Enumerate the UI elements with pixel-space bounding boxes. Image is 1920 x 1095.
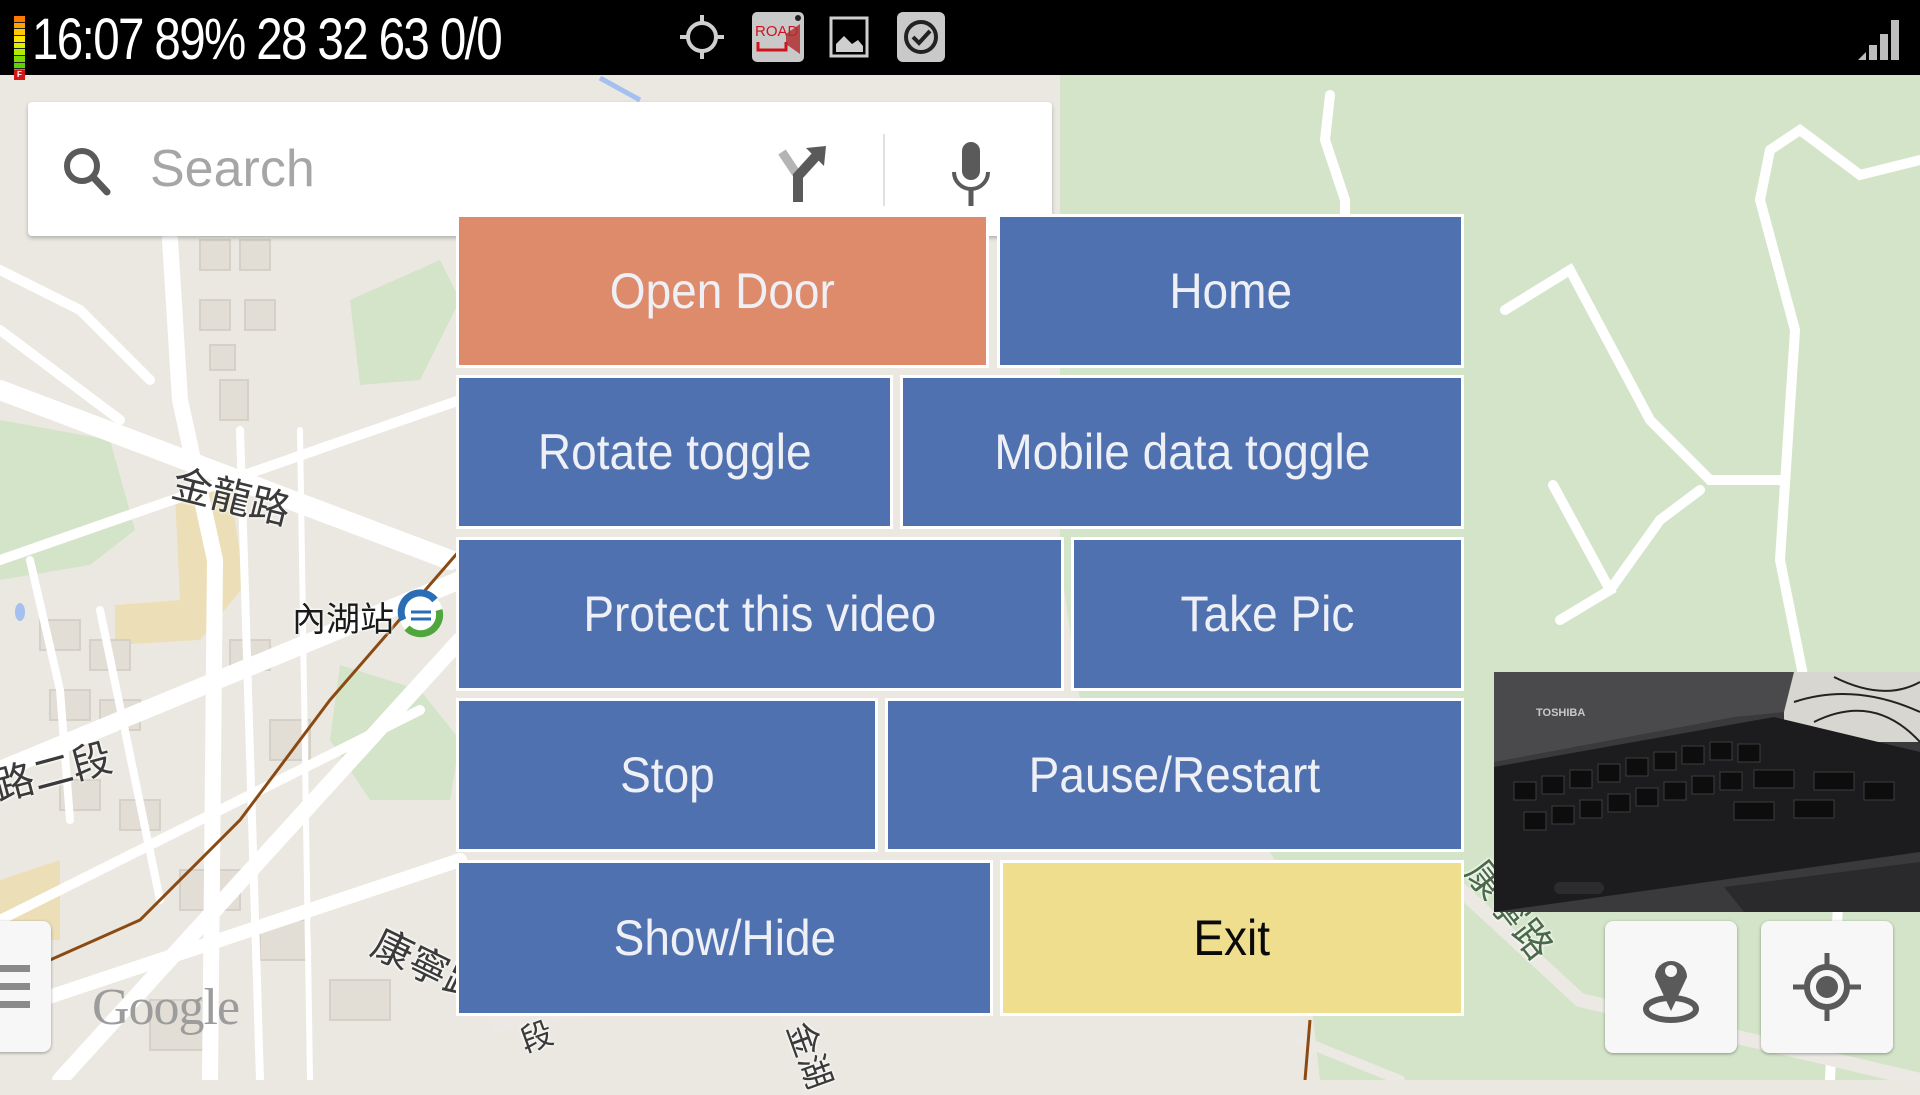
stop-label: Stop xyxy=(619,747,715,803)
menu-icon xyxy=(0,965,30,1008)
rotate-toggle-button[interactable]: Rotate toggle xyxy=(456,375,893,529)
exit-label: Exit xyxy=(1193,910,1271,966)
battery-gauge: F xyxy=(14,16,25,80)
open-door-button[interactable]: Open Door xyxy=(456,214,989,368)
search-icon[interactable] xyxy=(60,144,114,198)
menu-button[interactable] xyxy=(0,921,51,1052)
status-text: 16:07 89% 28 32 63 0/0 xyxy=(32,7,503,72)
road-camera-icon: ROAD xyxy=(752,12,804,62)
exit-button[interactable]: Exit xyxy=(1000,860,1464,1016)
camera-preview[interactable]: TOSHIBA xyxy=(1494,672,1920,912)
protect-video-button[interactable]: Protect this video xyxy=(456,537,1064,691)
camera-preview-brand: TOSHIBA xyxy=(1536,707,1585,719)
home-button[interactable]: Home xyxy=(997,214,1464,368)
checkmark-icon xyxy=(897,12,945,62)
gps-crosshair-icon xyxy=(680,15,724,59)
take-pic-button[interactable]: Take Pic xyxy=(1071,537,1464,691)
camera-preview-image: TOSHIBA xyxy=(1494,672,1920,912)
mrt-station-icon[interactable] xyxy=(397,589,444,638)
status-bar: F 16:07 89% 28 32 63 0/0 ROAD xyxy=(0,0,1920,80)
map-pond xyxy=(15,603,25,621)
search-divider xyxy=(883,134,885,206)
map-label-neihu-station: 內湖站 xyxy=(292,600,394,640)
take-pic-label: Take Pic xyxy=(1180,586,1355,642)
signal-strength-icon xyxy=(1858,20,1899,60)
rotate-toggle-label: Rotate toggle xyxy=(537,424,812,480)
google-logo: Google xyxy=(92,979,240,1036)
pause-restart-label: Pause/Restart xyxy=(1028,747,1321,803)
search-input[interactable] xyxy=(148,132,752,206)
my-location-icon xyxy=(1793,953,1861,1021)
mobile-data-toggle-label: Mobile data toggle xyxy=(994,424,1370,480)
directions-icon[interactable] xyxy=(776,142,832,202)
pause-restart-button[interactable]: Pause/Restart xyxy=(885,698,1464,852)
place-pin-icon xyxy=(1643,961,1699,1023)
microphone-icon[interactable] xyxy=(946,142,996,208)
my-location-button[interactable] xyxy=(1761,921,1893,1053)
protect-video-label: Protect this video xyxy=(583,586,937,642)
show-hide-label: Show/Hide xyxy=(613,910,836,966)
place-pin-button[interactable] xyxy=(1605,921,1737,1053)
battery-gauge-label: F xyxy=(14,70,25,80)
mobile-data-toggle-button[interactable]: Mobile data toggle xyxy=(900,375,1464,529)
stop-button[interactable]: Stop xyxy=(456,698,878,852)
image-icon xyxy=(829,16,869,58)
show-hide-button[interactable]: Show/Hide xyxy=(456,860,993,1016)
home-label: Home xyxy=(1169,263,1292,319)
open-door-label: Open Door xyxy=(609,263,836,319)
